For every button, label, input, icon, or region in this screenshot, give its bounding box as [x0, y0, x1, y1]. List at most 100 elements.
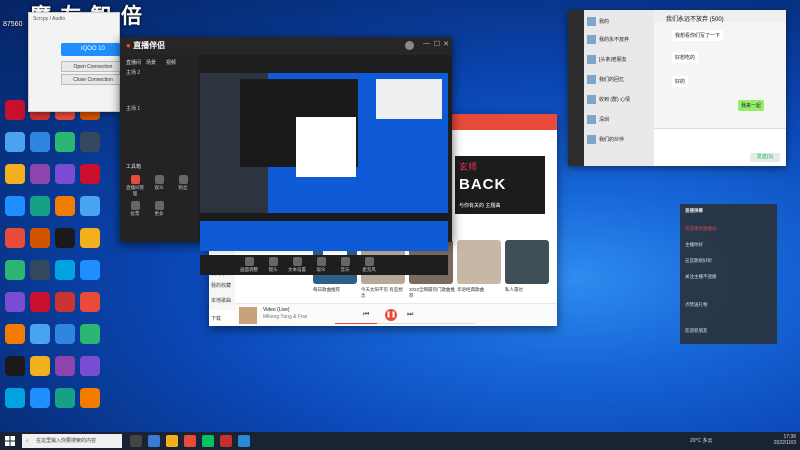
tool-audience-2[interactable]: 观众	[310, 257, 332, 273]
tool-fans[interactable]: 粉丝	[172, 175, 194, 191]
comment-line: 主播你好	[685, 242, 703, 247]
minimize-icon[interactable]: —	[423, 40, 430, 47]
desktop-shortcut-icon[interactable]	[5, 324, 25, 344]
app-brand: ● 直播伴侣	[126, 41, 166, 50]
avatar[interactable]	[405, 41, 414, 50]
desktop-shortcut-icon[interactable]	[55, 388, 75, 408]
tool-icon	[316, 257, 326, 266]
tool-picture[interactable]: 画面调整	[238, 257, 260, 273]
desktop-shortcut-icon[interactable]	[55, 292, 75, 312]
music-banner[interactable]: 玄师 BACK 与你有关的 主题曲	[455, 156, 545, 214]
chat-list-item[interactable]: 收到 (群) 心情	[587, 94, 653, 106]
desktop-shortcut-icon[interactable]	[80, 388, 100, 408]
device-button[interactable]: iQOO 10	[61, 43, 125, 56]
scene-item[interactable]: 主场 2	[126, 69, 140, 76]
tool-audience[interactable]: 观众	[148, 175, 170, 191]
desktop-shortcut-icon[interactable]	[55, 228, 75, 248]
desktop-shortcut-icon[interactable]	[30, 196, 50, 216]
tool-live-manage[interactable]: 直播间管理	[124, 175, 146, 197]
chat-list-item[interactable]: 深圳	[587, 114, 653, 126]
desktop-shortcut-icon[interactable]	[55, 196, 75, 216]
desktop-shortcut-icon[interactable]	[80, 196, 100, 216]
tab-scene[interactable]: 场景	[146, 59, 156, 66]
tab-video[interactable]: 视频	[166, 59, 176, 66]
maximize-icon[interactable]: ☐	[434, 40, 440, 48]
wechat-taskbar-icon[interactable]	[202, 435, 214, 447]
next-icon[interactable]: ⏭	[407, 311, 413, 319]
close-connection-button[interactable]: Close Connection	[61, 74, 125, 85]
desktop-shortcut-icon[interactable]	[5, 132, 25, 152]
tool-icon	[244, 257, 254, 266]
tool-icon	[268, 257, 278, 266]
task-view-icon[interactable]	[130, 435, 142, 447]
desktop-shortcut-icon[interactable]	[30, 388, 50, 408]
desktop-shortcut-icon[interactable]	[5, 164, 25, 184]
taskbar-search[interactable]: ⌕ 在这里输入你要搜索的内容	[22, 434, 122, 448]
desktop-shortcut-icon[interactable]	[5, 260, 25, 280]
playlist-caption: 私人雷达	[505, 287, 523, 292]
chat-list-item[interactable]: 我的永不放弃	[587, 34, 653, 46]
preview-nested-panel	[296, 117, 356, 177]
send-button[interactable]: 发送(S)	[750, 153, 780, 162]
desktop-shortcut-icon[interactable]	[80, 164, 100, 184]
tool-microphone[interactable]: 麦克风	[358, 257, 380, 273]
playlist-card[interactable]	[457, 240, 501, 284]
file-explorer-icon[interactable]	[166, 435, 178, 447]
playlist-caption: 2022全网最热门歌曲推荐	[409, 287, 456, 298]
desktop-shortcut-icon[interactable]	[30, 324, 50, 344]
clock[interactable]: 17:36 2022/10/3	[774, 434, 796, 446]
windows-start-icon[interactable]	[5, 436, 15, 446]
live-app-taskbar-icon[interactable]	[184, 435, 196, 447]
live-titlebar: ● 直播伴侣 — ☐ ✕	[120, 37, 452, 55]
chat-list-item[interactable]: 我们的回忆	[587, 74, 653, 86]
tool-vote[interactable]: 投票	[124, 201, 146, 217]
desktop-shortcut-icon[interactable]	[5, 292, 25, 312]
scene-item[interactable]: 主场 1	[126, 105, 140, 112]
desktop-shortcut-icon[interactable]	[30, 164, 50, 184]
desktop-shortcut-icon[interactable]	[5, 100, 25, 120]
desktop-shortcut-icon[interactable]	[30, 228, 50, 248]
desktop-shortcut-icon[interactable]	[80, 356, 100, 376]
pause-button[interactable]: ❚❚	[385, 309, 397, 321]
desktop-shortcut-icon[interactable]	[5, 228, 25, 248]
open-connection-button[interactable]: Open Connection	[61, 61, 125, 72]
chat-window: 我的 我的永不放弃 [头条]老朋友 我们的回忆 收到 (群) 心情 深圳 我们的…	[568, 10, 786, 166]
weather-status[interactable]: 20°C 多云	[690, 437, 713, 444]
desktop-shortcut-icon[interactable]	[55, 324, 75, 344]
desktop-shortcut-icon[interactable]	[30, 292, 50, 312]
music-taskbar-icon[interactable]	[220, 435, 232, 447]
desktop-shortcut-icon[interactable]	[30, 260, 50, 280]
previous-icon[interactable]: ⏮	[363, 311, 369, 319]
desktop-shortcut-icon[interactable]	[55, 356, 75, 376]
album-cover	[239, 307, 257, 324]
chat-list-item[interactable]: 我们的伙伴	[587, 134, 653, 146]
desktop-shortcut-icon[interactable]	[80, 132, 100, 152]
desktop-shortcut-icon[interactable]	[30, 132, 50, 152]
chat-list-item[interactable]: 我的	[587, 16, 653, 28]
desktop-shortcut-icon[interactable]	[5, 356, 25, 376]
desktop-shortcut-icon[interactable]	[55, 260, 75, 280]
tool-camera[interactable]: 镜头	[262, 257, 284, 273]
music-sidebar-item[interactable]: 我的收藏	[211, 282, 263, 289]
desktop-shortcut-icon[interactable]	[80, 292, 100, 312]
playlist-card[interactable]	[505, 240, 549, 284]
desktop-shortcut-icon[interactable]	[80, 228, 100, 248]
tool-text[interactable]: 文本设置	[286, 257, 308, 273]
close-icon[interactable]: ✕	[443, 40, 449, 48]
tool-more[interactable]: 更多	[148, 201, 170, 217]
progress-bar[interactable]	[335, 323, 475, 324]
edge-icon[interactable]	[148, 435, 160, 447]
desktop-shortcut-icon[interactable]	[55, 132, 75, 152]
desktop-shortcut-icon[interactable]	[80, 324, 100, 344]
chat-list-item[interactable]: [头条]老朋友	[587, 54, 653, 66]
desktop-shortcut-icon[interactable]	[30, 356, 50, 376]
tab-live-room[interactable]: 直播间	[126, 59, 141, 66]
desktop-shortcut-icon[interactable]	[80, 260, 100, 280]
desktop-shortcut-icon[interactable]	[55, 164, 75, 184]
avatar	[587, 17, 596, 26]
desktop-shortcut-icon[interactable]	[5, 388, 25, 408]
preview-chat-thumb	[376, 79, 442, 119]
app-taskbar-icon[interactable]	[238, 435, 250, 447]
desktop-shortcut-icon[interactable]	[5, 196, 25, 216]
tool-music[interactable]: 音乐	[334, 257, 356, 273]
